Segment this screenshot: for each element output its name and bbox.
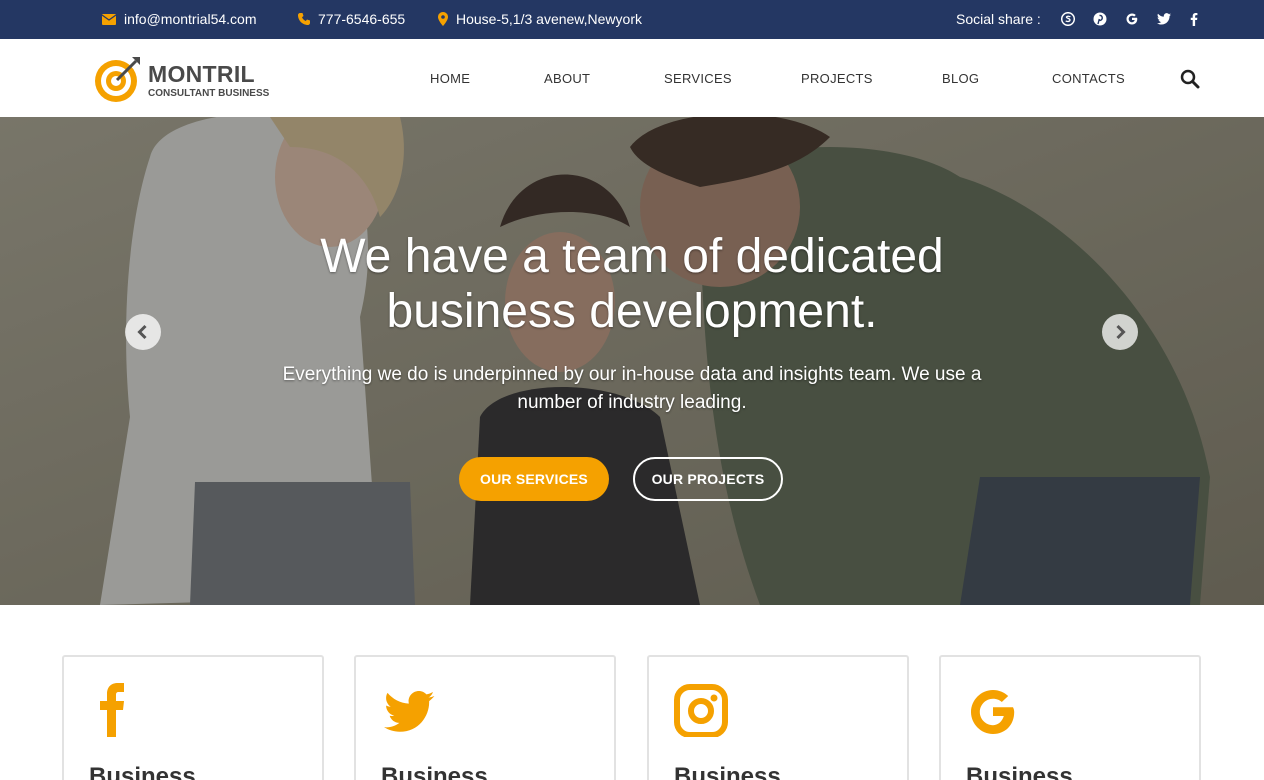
map-marker-icon bbox=[438, 12, 448, 26]
card-title: Business bbox=[966, 763, 1073, 780]
address-contact: House-5,1/3 avenew,Newyork bbox=[438, 11, 642, 27]
our-services-button[interactable]: OUR SERVICES bbox=[459, 457, 609, 501]
instagram-icon bbox=[674, 684, 728, 737]
envelope-icon bbox=[102, 13, 116, 25]
service-card[interactable]: Business bbox=[62, 655, 324, 780]
facebook-icon bbox=[100, 683, 124, 737]
pinterest-icon[interactable] bbox=[1092, 11, 1108, 27]
twitter-icon[interactable] bbox=[1156, 11, 1172, 27]
service-card[interactable]: Business bbox=[939, 655, 1201, 780]
card-title: Business bbox=[674, 763, 781, 780]
address-text: House-5,1/3 avenew,Newyork bbox=[456, 11, 642, 27]
facebook-icon[interactable] bbox=[1186, 11, 1202, 27]
target-logo-icon bbox=[95, 57, 140, 102]
nav-services[interactable]: SERVICES bbox=[664, 71, 732, 86]
chevron-right-icon bbox=[1116, 324, 1126, 340]
nav-contacts[interactable]: CONTACTS bbox=[1052, 71, 1125, 86]
email-contact[interactable]: info@montrial54.com bbox=[102, 11, 257, 27]
google-icon bbox=[971, 690, 1015, 734]
chevron-left-icon bbox=[137, 324, 147, 340]
logo[interactable]: MONTRIL CONSULTANT BUSINESS bbox=[92, 53, 272, 105]
brand-tagline: CONSULTANT BUSINESS bbox=[148, 88, 270, 99]
card-title: Business bbox=[381, 763, 488, 780]
card-title: Business bbox=[89, 763, 196, 780]
hero-slider: We have a team of dedicated business dev… bbox=[0, 117, 1264, 605]
brand-name: MONTRIL bbox=[148, 61, 255, 87]
slider-next-button[interactable] bbox=[1102, 314, 1138, 350]
search-icon[interactable] bbox=[1180, 69, 1200, 89]
skype-icon[interactable] bbox=[1060, 11, 1076, 27]
phone-text[interactable]: 777-6546-655 bbox=[318, 11, 405, 27]
social-share-label: Social share : bbox=[956, 11, 1041, 27]
top-bar: info@montrial54.com 777-6546-655 House-5… bbox=[0, 0, 1264, 39]
hero-title-line2: business development. bbox=[386, 285, 878, 338]
hero-subtitle: Everything we do is underpinned by our i… bbox=[282, 364, 982, 413]
hero-title-line1: We have a team of dedicated bbox=[320, 230, 944, 283]
google-icon[interactable] bbox=[1124, 11, 1140, 27]
nav-projects[interactable]: PROJECTS bbox=[801, 71, 873, 86]
phone-icon bbox=[298, 13, 310, 25]
nav-about[interactable]: ABOUT bbox=[544, 71, 590, 86]
phone-contact[interactable]: 777-6546-655 bbox=[298, 11, 405, 27]
hero-title: We have a team of dedicated business dev… bbox=[0, 229, 1264, 339]
our-projects-button[interactable]: OUR PROJECTS bbox=[633, 457, 783, 501]
nav-home[interactable]: HOME bbox=[430, 71, 470, 86]
nav-blog[interactable]: BLOG bbox=[942, 71, 979, 86]
slider-prev-button[interactable] bbox=[125, 314, 161, 350]
email-text[interactable]: info@montrial54.com bbox=[124, 11, 257, 27]
twitter-icon bbox=[384, 691, 435, 732]
service-card[interactable]: Business bbox=[647, 655, 909, 780]
service-card[interactable]: Business bbox=[354, 655, 616, 780]
main-header: MONTRIL CONSULTANT BUSINESS HOME ABOUT S… bbox=[0, 39, 1264, 117]
